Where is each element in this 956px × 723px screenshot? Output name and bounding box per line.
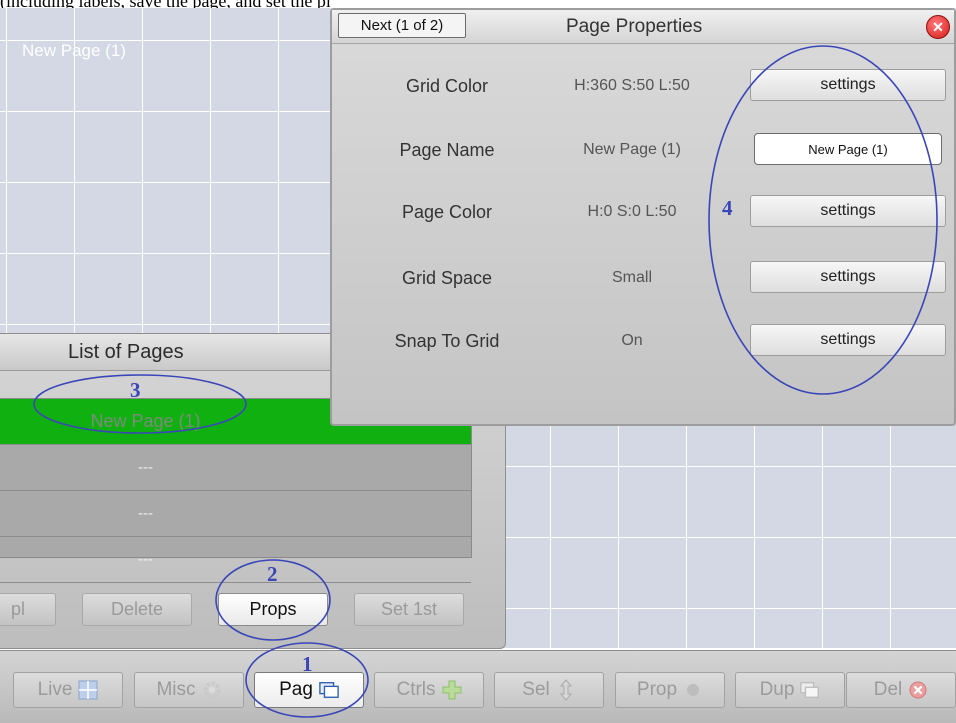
annotation-1: 1: [302, 652, 313, 676]
prop-row-page-name: Page Name New Page (1): [332, 130, 954, 170]
gear-icon: [202, 680, 222, 700]
prop-row-grid-color: Grid Color H:360 S:50 L:50 settings: [332, 66, 954, 106]
page-name-input[interactable]: [754, 133, 942, 165]
prop-value: On: [621, 332, 643, 349]
toolbar-label: Prop: [636, 679, 678, 700]
toolbar-label: Del: [873, 679, 903, 700]
prop-label: Grid Space: [401, 268, 493, 288]
prop-value: H:360 S:50 L:50: [574, 77, 690, 94]
toolbar-label: Sel: [522, 679, 550, 700]
select-button[interactable]: Sel: [494, 672, 604, 708]
pages-icon: [319, 680, 339, 700]
prop-row-page-color: Page Color H:0 S:0 L:50 settings: [332, 192, 954, 232]
misc-button[interactable]: Misc: [134, 672, 244, 708]
toolbar-label: Dup: [759, 679, 795, 700]
controls-button[interactable]: Ctrls: [374, 672, 484, 708]
props-button[interactable]: Props: [218, 593, 328, 626]
prop-label: Page Color: [401, 202, 493, 222]
delete-button[interactable]: Del: [846, 672, 956, 708]
duplicate-button[interactable]: Dup: [735, 672, 845, 708]
live-button[interactable]: Live: [13, 672, 123, 708]
bottom-toolbar: Live Misc Pag Ctrls Sel Prop Dup Del: [0, 650, 956, 723]
list-of-pages-title: List of Pages: [0, 334, 330, 371]
prop-value: New Page (1): [583, 141, 681, 158]
canvas-page-title: New Page (1): [22, 41, 126, 60]
dialog-title: Page Properties: [566, 16, 703, 37]
next-page-button[interactable]: Next (1 of 2): [338, 13, 466, 38]
prop-row-snap-to-grid: Snap To Grid On settings: [332, 321, 954, 361]
list-item[interactable]: ---: [0, 537, 471, 583]
prop-label: Snap To Grid: [394, 331, 500, 351]
dialog-header: Next (1 of 2) Page Properties ✕: [332, 10, 954, 44]
annotation-2: 2: [267, 562, 278, 586]
toolbar-label: Pag: [279, 679, 313, 700]
dot-icon: [683, 680, 703, 700]
toolbar-label: Misc: [156, 679, 196, 700]
list-item[interactable]: ---: [0, 445, 471, 491]
snap-to-grid-settings-button[interactable]: settings: [750, 324, 946, 356]
plus-icon: [442, 680, 462, 700]
annotation-3: 3: [130, 378, 141, 402]
close-icon[interactable]: ✕: [926, 15, 950, 39]
page-color-settings-button[interactable]: settings: [750, 195, 946, 227]
set-first-button[interactable]: Set 1st: [354, 593, 464, 626]
prop-label: Grid Color: [405, 76, 489, 96]
prop-row-grid-space: Grid Space Small settings: [332, 258, 954, 298]
prop-value: H:0 S:0 L:50: [587, 203, 677, 220]
arrows-icon: [556, 679, 576, 701]
duplicate-icon: [800, 680, 820, 700]
list-item[interactable]: ---: [0, 491, 471, 537]
delete-icon: [908, 680, 928, 700]
page-properties-dialog: Next (1 of 2) Page Properties ✕ Grid Col…: [330, 8, 956, 426]
properties-button[interactable]: Prop: [615, 672, 725, 708]
grid-color-settings-button[interactable]: settings: [750, 69, 946, 101]
pages-button[interactable]: Pag: [254, 672, 364, 708]
delete-page-button[interactable]: Delete: [82, 593, 192, 626]
prop-value: Small: [611, 269, 652, 286]
annotation-4: 4: [722, 196, 733, 220]
grid-space-settings-button[interactable]: settings: [750, 261, 946, 293]
grid-icon: [78, 680, 98, 700]
duplicate-page-button[interactable]: pl: [0, 593, 56, 626]
toolbar-label: Live: [37, 679, 73, 700]
prop-label: Page Name: [399, 140, 495, 160]
toolbar-label: Ctrls: [396, 679, 436, 700]
